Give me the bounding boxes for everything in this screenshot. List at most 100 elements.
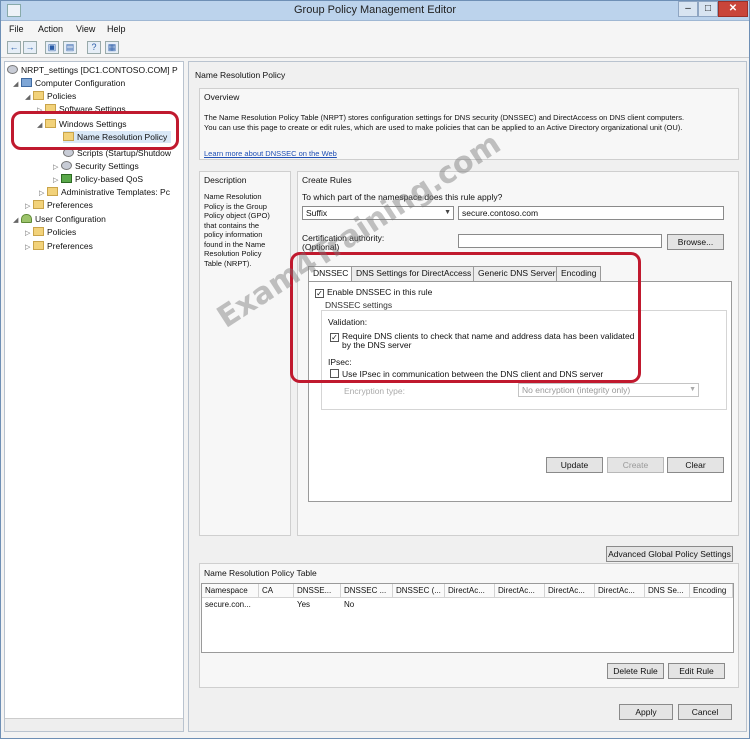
column-header[interactable]: Namespace bbox=[202, 584, 259, 598]
cancel-button[interactable]: Cancel bbox=[678, 704, 732, 720]
up-folder-icon[interactable]: ▣ bbox=[45, 41, 59, 54]
learn-more-link[interactable]: Learn more about DNSSEC on the Web bbox=[204, 149, 337, 158]
column-header[interactable]: DirectAc... bbox=[445, 584, 495, 598]
enable-dnssec-checkbox[interactable]: ✓ Enable DNSSEC in this rule bbox=[315, 287, 432, 298]
dropdown-arrow-icon: ▼ bbox=[444, 209, 451, 216]
overview-group: Overview The Name Resolution Policy Tabl… bbox=[199, 88, 739, 160]
tab-directaccess[interactable]: DNS Settings for DirectAccess bbox=[351, 266, 477, 281]
tab-generic-dns[interactable]: Generic DNS Server bbox=[473, 266, 561, 281]
details-pane: Name Resolution Policy Overview The Name… bbox=[188, 61, 747, 732]
tab-dnssec[interactable]: DNSSEC bbox=[308, 266, 354, 282]
tree-admin-templates[interactable]: ▷ Administrative Templates: Pc bbox=[39, 186, 170, 198]
column-header[interactable]: DirectAc... bbox=[545, 584, 595, 598]
overview-text-line-1: The Name Resolution Policy Table (NRPT) … bbox=[204, 113, 685, 122]
panel-title: Name Resolution Policy bbox=[195, 70, 286, 80]
close-button[interactable]: ✕ bbox=[718, 1, 748, 17]
menu-view[interactable]: View bbox=[76, 24, 95, 34]
menu-file[interactable]: File bbox=[9, 24, 24, 34]
tree-scripts[interactable]: Scripts (Startup/Shutdow bbox=[63, 147, 171, 159]
browse-button[interactable]: Browse... bbox=[667, 234, 724, 250]
tree-policy-based-qos[interactable]: ▷ Policy-based QoS bbox=[53, 173, 143, 185]
encryption-type-label: Encryption type: bbox=[344, 386, 405, 396]
validation-label: Validation: bbox=[328, 317, 368, 327]
window-title: Group Policy Management Editor bbox=[293, 4, 457, 16]
description-label: Description bbox=[204, 175, 247, 185]
namespace-type-select[interactable]: Suffix ▼ bbox=[302, 206, 454, 220]
tree-name-resolution-policy[interactable]: Name Resolution Policy bbox=[63, 131, 172, 143]
collapse-arrow-icon[interactable]: ◢ bbox=[13, 79, 21, 91]
table-cell: secure.con... bbox=[205, 600, 251, 609]
back-icon[interactable]: ← bbox=[7, 41, 21, 54]
collapse-arrow-icon[interactable]: ◢ bbox=[25, 92, 33, 104]
computer-icon bbox=[21, 78, 32, 87]
tree-root[interactable]: NRPT_settings [DC1.CONTOSO.COM] P bbox=[7, 64, 178, 76]
tree-preferences[interactable]: ▷ Preferences bbox=[25, 199, 93, 211]
expand-arrow-icon[interactable]: ▷ bbox=[25, 228, 33, 240]
console-tree: NRPT_settings [DC1.CONTOSO.COM] P ◢ Compu… bbox=[4, 61, 184, 732]
namespace-input[interactable]: secure.contoso.com bbox=[458, 206, 724, 220]
qos-chart-icon bbox=[61, 174, 72, 183]
tree-software-settings[interactable]: ▷ Software Settings bbox=[37, 103, 126, 115]
advanced-global-settings-button[interactable]: Advanced Global Policy Settings bbox=[606, 546, 733, 562]
column-header[interactable]: DirectAc... bbox=[595, 584, 645, 598]
menu-action[interactable]: Action bbox=[38, 24, 63, 34]
cert-authority-input[interactable] bbox=[458, 234, 662, 248]
toolbar: ← → ▣ ▤ ? ▦ bbox=[1, 38, 749, 58]
column-header[interactable]: DNSSEC ... bbox=[341, 584, 393, 598]
tree-user-preferences[interactable]: ▷ Preferences bbox=[25, 240, 93, 252]
clear-button[interactable]: Clear bbox=[667, 457, 724, 473]
column-header[interactable]: DirectAc... bbox=[495, 584, 545, 598]
show-tree-icon[interactable]: ▤ bbox=[63, 41, 77, 54]
tree-user-policies[interactable]: ▷ Policies bbox=[25, 226, 76, 238]
properties-icon[interactable]: ▦ bbox=[105, 41, 119, 54]
expand-arrow-icon[interactable]: ▷ bbox=[37, 105, 45, 117]
checkbox-checked-icon: ✓ bbox=[330, 333, 339, 342]
title-bar: Group Policy Management Editor – □ ✕ bbox=[1, 1, 749, 21]
menu-help[interactable]: Help bbox=[107, 24, 126, 34]
folder-icon bbox=[47, 187, 58, 196]
folder-icon bbox=[33, 91, 44, 100]
folder-icon bbox=[63, 132, 74, 141]
scripts-icon bbox=[63, 148, 74, 157]
menu-bar: File Action View Help bbox=[1, 21, 749, 38]
dnssec-settings-label: DNSSEC settings bbox=[325, 300, 393, 310]
gpo-icon bbox=[7, 65, 18, 74]
column-header[interactable]: DNSSEC (... bbox=[393, 584, 445, 598]
edit-rule-button[interactable]: Edit Rule bbox=[668, 663, 725, 679]
description-text: Name Resolution Policy is the Group Poli… bbox=[204, 192, 270, 268]
column-header[interactable]: CA bbox=[259, 584, 294, 598]
folder-icon bbox=[33, 241, 44, 250]
tab-encoding[interactable]: Encoding bbox=[556, 266, 602, 281]
expand-arrow-icon[interactable]: ▷ bbox=[25, 242, 33, 254]
nrpt-table[interactable]: Namespace CA DNSSE... DNSSEC ... DNSSEC … bbox=[201, 583, 734, 653]
encryption-type-select[interactable]: No encryption (integrity only) ▼ bbox=[518, 383, 699, 397]
column-header[interactable]: Encoding bbox=[690, 584, 733, 598]
ipsec-checkbox[interactable]: Use IPsec in communication between the D… bbox=[330, 369, 603, 379]
tree-policies[interactable]: ◢ Policies bbox=[25, 90, 76, 102]
tree-horizontal-scrollbar[interactable] bbox=[5, 718, 183, 731]
minimize-button[interactable]: – bbox=[678, 1, 698, 17]
overview-text-line-2: You can use this page to create or edit … bbox=[204, 123, 683, 132]
tree-windows-settings[interactable]: ◢ Windows Settings bbox=[37, 118, 127, 130]
expand-arrow-icon[interactable]: ▷ bbox=[25, 201, 33, 213]
collapse-arrow-icon[interactable]: ◢ bbox=[13, 215, 21, 227]
optional-label: (Optional) bbox=[302, 242, 340, 252]
delete-rule-button[interactable]: Delete Rule bbox=[607, 663, 664, 679]
security-icon bbox=[61, 161, 72, 170]
tree-user-configuration[interactable]: ◢ User Configuration bbox=[13, 213, 106, 225]
help-icon[interactable]: ? bbox=[87, 41, 101, 54]
column-header[interactable]: DNSSE... bbox=[294, 584, 341, 598]
overview-label: Overview bbox=[204, 92, 240, 102]
tree-computer-configuration[interactable]: ◢ Computer Configuration bbox=[13, 77, 125, 89]
tree-security-settings[interactable]: ▷ Security Settings bbox=[53, 160, 139, 172]
dnssec-settings-group: Validation: ✓ Require DNS clients to chec… bbox=[321, 310, 727, 410]
create-rules-label: Create Rules bbox=[302, 175, 352, 185]
update-button[interactable]: Update bbox=[546, 457, 603, 473]
column-header[interactable]: DNS Se... bbox=[645, 584, 690, 598]
create-button: Create bbox=[607, 457, 664, 473]
checkbox-unchecked-icon bbox=[330, 369, 339, 378]
maximize-button[interactable]: □ bbox=[698, 1, 718, 17]
collapse-arrow-icon[interactable]: ◢ bbox=[37, 120, 45, 132]
apply-button[interactable]: Apply bbox=[619, 704, 673, 720]
forward-icon[interactable]: → bbox=[23, 41, 37, 54]
